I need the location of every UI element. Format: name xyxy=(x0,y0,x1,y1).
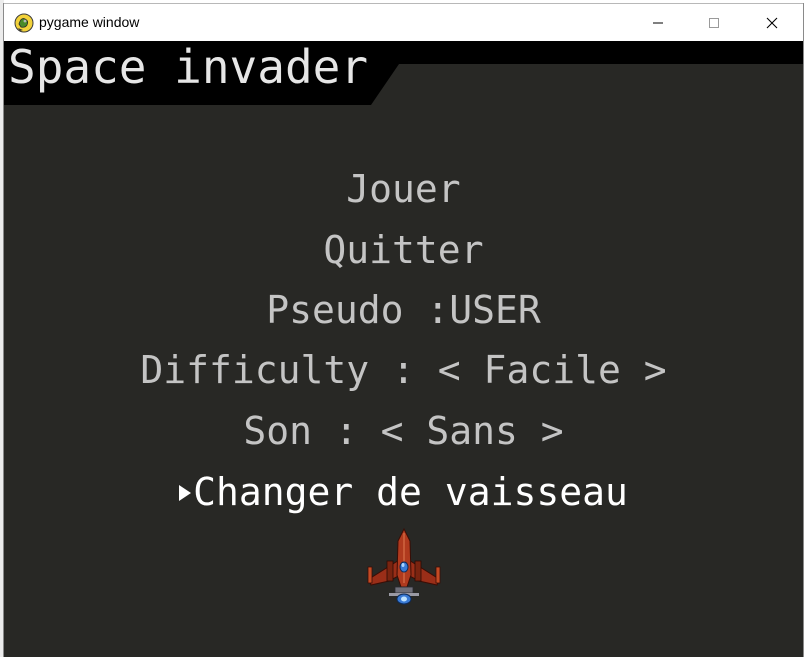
menu-item-changer-vaisseau-label: Changer de vaisseau xyxy=(193,470,628,514)
minimize-icon xyxy=(652,17,664,29)
game-canvas[interactable]: Space invader Jouer Quitter Pseudo :USER… xyxy=(4,41,803,657)
menu-item-difficulty[interactable]: Difficulty : < Facile > xyxy=(4,347,803,393)
menu-item-jouer[interactable]: Jouer xyxy=(4,166,803,212)
triangle-right-icon xyxy=(179,484,192,501)
window-title: pygame window xyxy=(39,14,140,30)
spaceship-icon xyxy=(365,527,443,607)
menu-item-quitter[interactable]: Quitter xyxy=(4,227,803,273)
menu-item-pseudo[interactable]: Pseudo :USER xyxy=(4,287,803,333)
title-bar[interactable]: pygame window xyxy=(4,3,803,41)
menu-item-son[interactable]: Son : < Sans > xyxy=(4,408,803,454)
minimize-button[interactable] xyxy=(635,4,681,41)
pygame-window: pygame window Space invader Jouer Quitte… xyxy=(3,3,804,657)
pygame-snake-icon xyxy=(14,13,34,33)
close-button[interactable] xyxy=(749,4,795,41)
menu-item-changer-vaisseau[interactable]: Changer de vaisseau xyxy=(4,469,803,515)
maximize-icon xyxy=(708,17,720,29)
close-icon xyxy=(766,17,778,29)
maximize-button[interactable] xyxy=(691,4,737,41)
